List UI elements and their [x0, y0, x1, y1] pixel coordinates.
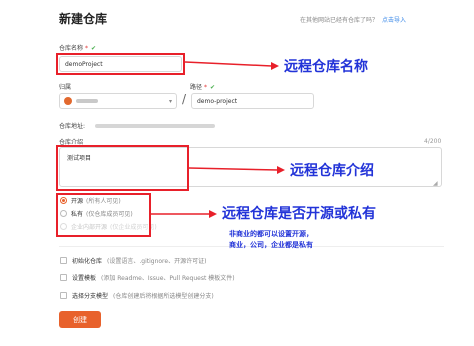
- annotation-visibility-note: 远程仓库是否开源或私有: [222, 206, 376, 222]
- annotation-hint-line2: 商业，公司，企业都是私有: [229, 241, 313, 249]
- arrowhead-desc-icon: [277, 166, 285, 174]
- arrowhead-visibility-icon: [209, 210, 217, 218]
- arrowhead-name-icon: [271, 62, 279, 70]
- annotation-arrows: [151, 61, 285, 218]
- annotation-desc-note: 远程仓库介绍: [290, 163, 374, 179]
- arrow-name-icon: [184, 61, 273, 67]
- annotation-hint-line1: 非商业的都可以设置开源，: [229, 230, 313, 238]
- annotation-name-note: 远程仓库名称: [284, 59, 368, 75]
- arrow-desc-icon: [188, 167, 279, 171]
